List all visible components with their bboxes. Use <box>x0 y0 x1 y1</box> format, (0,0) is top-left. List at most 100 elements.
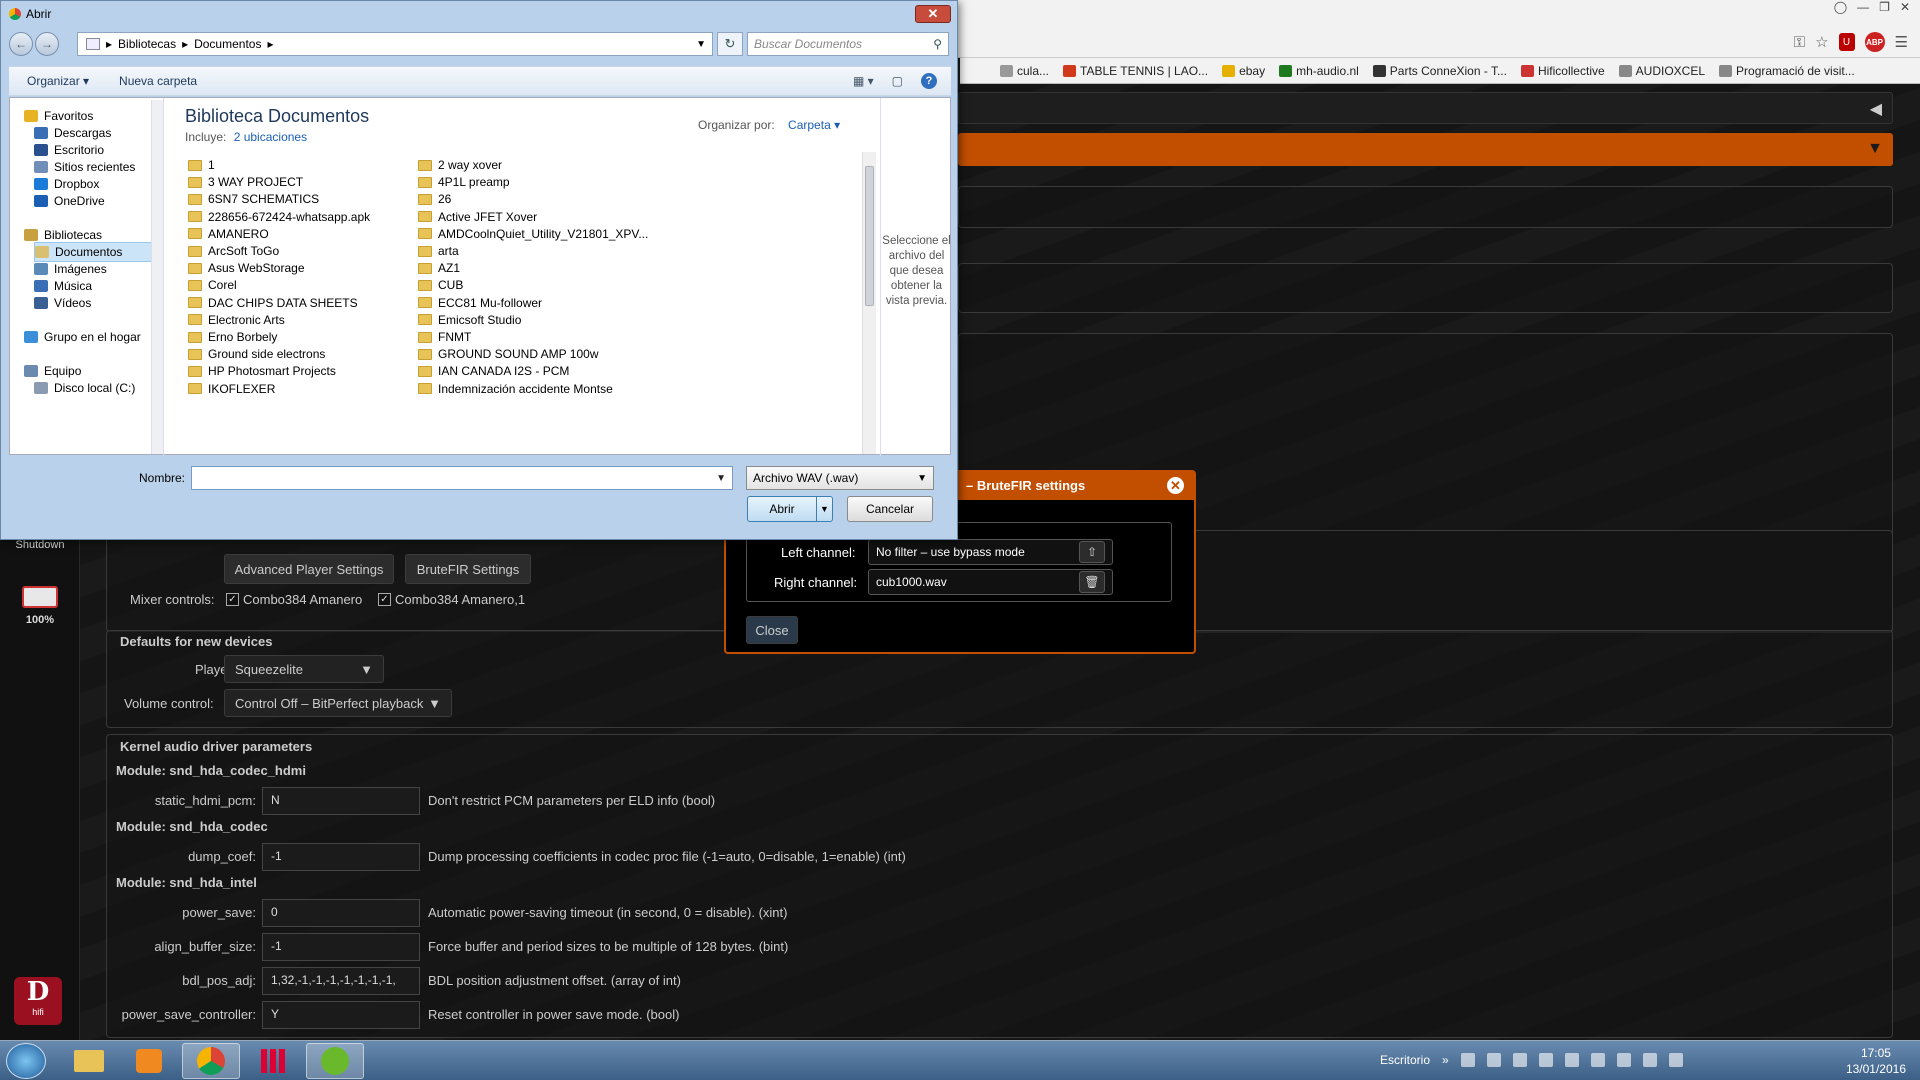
minimize-icon[interactable]: — <box>1857 0 1869 18</box>
checkbox-icon[interactable]: ✓ <box>226 593 239 606</box>
tray-settings-icon[interactable] <box>1538 1053 1553 1067</box>
tray-expand-icon[interactable]: » <box>1442 1053 1449 1067</box>
upload-icon[interactable]: ⇧ <box>1079 541 1105 563</box>
address-dropdown-icon[interactable]: ▼ <box>696 39 706 50</box>
shutdown-label[interactable]: Shutdown <box>0 539 80 551</box>
param-value-input[interactable]: 1,32,-1,-1,-1,-1,-1,-1,-1, <box>262 967 420 995</box>
key-icon[interactable]: ⚿ <box>1794 34 1805 51</box>
breadcrumb-documentos[interactable]: Documentos <box>194 37 261 51</box>
dialog-titlebar: Abrir <box>9 7 51 21</box>
bookmark-item[interactable]: mh-audio.nl <box>1279 64 1359 78</box>
param-value-input[interactable]: -1 <box>262 843 420 871</box>
arrange-by-dropdown[interactable]: Carpeta ▾ <box>788 118 840 132</box>
bookmark-label: Hificollective <box>1537 63 1605 78</box>
right-channel-field[interactable]: cub1000.wav 🗑 <box>868 569 1113 595</box>
bookmark-label: Programació de visit... <box>1736 63 1855 78</box>
folder-name: 2 way xover <box>438 158 503 172</box>
checkbox-icon[interactable]: ✓ <box>378 593 391 606</box>
tray-network-icon[interactable] <box>1590 1053 1605 1067</box>
left-channel-field[interactable]: No filter – use bypass mode ⇧ <box>868 539 1113 565</box>
utorrent-icon[interactable] <box>306 1043 364 1079</box>
explorer-icon[interactable] <box>60 1043 118 1079</box>
star-icon[interactable]: ☆ <box>1815 33 1828 51</box>
tray-monitor-icon[interactable] <box>1486 1053 1501 1067</box>
nav-item[interactable]: Vídeos <box>34 293 91 313</box>
scroll-thumb[interactable] <box>865 166 874 306</box>
bookmark-item[interactable]: AUDIOXCEL <box>1618 64 1705 78</box>
mixer-checkbox-2[interactable]: ✓ Combo384 Amanero,1 <box>378 592 525 607</box>
cancel-button[interactable]: Cancelar <box>847 496 933 522</box>
open-button[interactable]: Abrir ▼ <box>747 496 833 522</box>
folder-icon <box>188 176 202 188</box>
trash-icon[interactable]: 🗑 <box>1079 571 1105 593</box>
menu-icon[interactable]: ☰ <box>1895 33 1908 51</box>
player-select[interactable]: Squeezelite ▼ <box>224 655 384 683</box>
ublock-icon[interactable]: U <box>1838 33 1855 51</box>
address-bar[interactable]: ▸ Bibliotecas ▸ Documentos ▸ ▼ <box>77 32 713 56</box>
open-split-arrow-icon[interactable]: ▼ <box>816 497 832 521</box>
close-icon[interactable]: ✕ <box>1167 477 1184 494</box>
desktop-toolbar-label[interactable]: Escritorio <box>1380 1053 1430 1067</box>
folder-icon <box>188 159 202 171</box>
param-value-input[interactable]: Y <box>262 1001 420 1029</box>
param-value-input[interactable]: -1 <box>262 933 420 961</box>
refresh-icon[interactable]: ↻ <box>717 32 743 56</box>
apps-grid-icon[interactable] <box>244 1043 302 1079</box>
preview-pane-icon[interactable]: ▢ <box>892 74 903 88</box>
chevron-down-icon[interactable]: ▼ <box>1867 140 1883 158</box>
chrome-taskbar-icon[interactable] <box>182 1043 240 1079</box>
mixer-checkbox-1[interactable]: ✓ Combo384 Amanero <box>226 592 362 607</box>
help-icon[interactable]: ? <box>921 73 937 89</box>
restore-icon[interactable]: ❐ <box>1879 0 1890 18</box>
advanced-player-settings-button[interactable]: Advanced Player Settings <box>224 554 394 584</box>
nav-item[interactable]: Disco local (C:) <box>34 378 135 398</box>
bookmark-item[interactable]: Hificollective <box>1520 63 1605 78</box>
folder-item[interactable]: Indemnización accidente Montse <box>418 379 613 399</box>
top-collapse-bar[interactable]: ◀ <box>958 92 1893 124</box>
view-icon[interactable]: ▦ ▾ <box>853 74 874 88</box>
tray-volume-icon[interactable] <box>1668 1053 1683 1067</box>
includes-link[interactable]: 2 ubicaciones <box>234 130 307 144</box>
user-icon[interactable]: ◯ <box>1834 0 1847 18</box>
dialog-close-button[interactable]: ✕ <box>915 5 951 23</box>
bookmark-item[interactable]: cula... <box>1000 64 1049 78</box>
bookmark-item[interactable]: Parts ConneXion - T... <box>1372 64 1507 78</box>
adblock-icon[interactable]: ABP <box>1864 32 1885 52</box>
collapse-left-icon[interactable]: ◀ <box>1870 99 1882 119</box>
forward-icon[interactable]: → <box>35 32 59 56</box>
search-input[interactable]: Buscar Documentos ⚲ <box>747 32 949 56</box>
nav-item[interactable]: Grupo en el hogar <box>24 327 141 347</box>
organize-button[interactable]: Organizar ▾ <box>27 74 89 88</box>
tray-cloud-icon[interactable] <box>1512 1053 1527 1067</box>
start-button[interactable] <box>6 1043 46 1079</box>
volume-control-select[interactable]: Control Off – BitPerfect playback ▼ <box>224 689 452 717</box>
new-folder-button[interactable]: Nueva carpeta <box>119 74 197 88</box>
tray-flag-icon[interactable] <box>1642 1053 1657 1067</box>
nav-item[interactable]: OneDrive <box>34 191 105 211</box>
filetype-select[interactable]: Archivo WAV (.wav) ▼ <box>746 466 934 490</box>
brutefir-settings-button[interactable]: BruteFIR Settings <box>405 554 531 584</box>
close-button[interactable]: Close <box>746 616 798 644</box>
breadcrumb-bibliotecas[interactable]: Bibliotecas <box>118 37 176 51</box>
tray-utorrent-icon[interactable] <box>1460 1053 1475 1067</box>
back-icon[interactable]: ← <box>9 32 33 56</box>
folder-item[interactable]: IKOFLEXER <box>188 379 275 399</box>
nav-item-label: Descargas <box>54 126 112 140</box>
nav-scrollbar[interactable] <box>151 100 163 454</box>
close-icon[interactable]: ✕ <box>1900 0 1910 18</box>
filename-dropdown-icon[interactable]: ▼ <box>716 473 726 484</box>
filename-input[interactable]: ▼ <box>191 466 733 490</box>
file-list-scrollbar[interactable] <box>862 152 876 454</box>
bookmark-item[interactable]: TABLE TENNIS | LAO... <box>1063 64 1208 78</box>
section-header-orange[interactable]: ▼ <box>958 133 1893 166</box>
clock[interactable]: 17:05 13/01/2016 <box>1846 1045 1906 1077</box>
media-player-icon[interactable] <box>120 1043 178 1079</box>
dropdown-arrow-icon: ▼ <box>917 472 927 484</box>
param-value-input[interactable]: N <box>262 787 420 815</box>
bookmark-item[interactable]: Programació de visit... <box>1719 64 1855 78</box>
nav-item-label: OneDrive <box>54 194 105 208</box>
param-value-input[interactable]: 0 <box>262 899 420 927</box>
tray-security-icon[interactable] <box>1616 1053 1631 1067</box>
tray-check-icon[interactable] <box>1564 1053 1579 1067</box>
bookmark-item[interactable]: ebay <box>1222 64 1265 78</box>
